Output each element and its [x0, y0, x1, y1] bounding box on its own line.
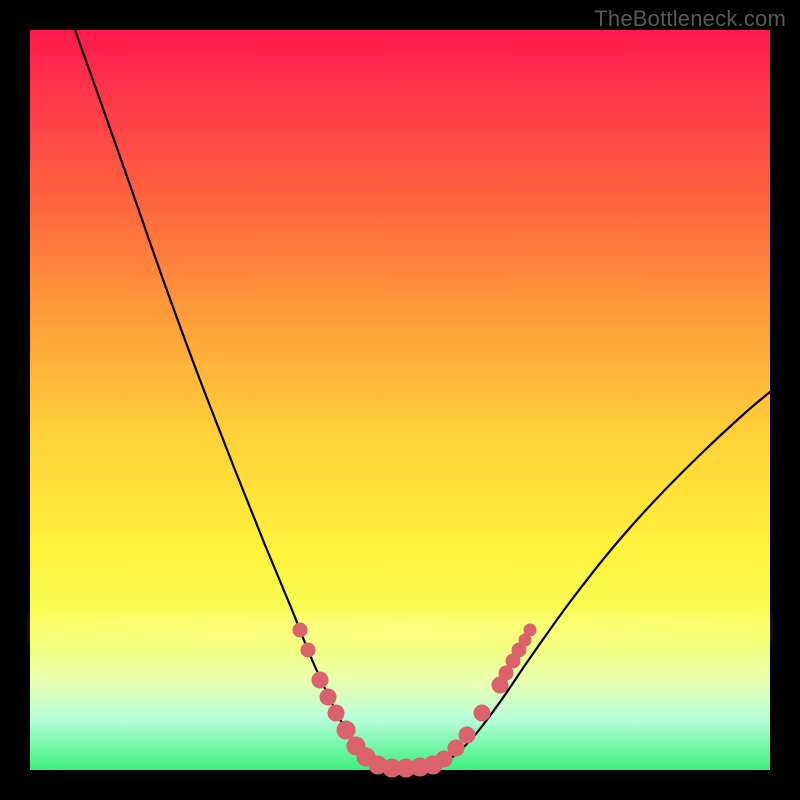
scatter-dot	[337, 721, 355, 739]
scatter-dot	[320, 689, 336, 705]
watermark-text: TheBottleneck.com	[594, 6, 786, 32]
scatter-dot	[459, 727, 475, 743]
scatter-dot	[293, 623, 307, 637]
scatter-dot	[524, 624, 536, 636]
scatter-dot	[328, 705, 344, 721]
scatter-dot	[448, 740, 464, 756]
chart-svg	[30, 30, 770, 770]
scatter-dot	[474, 705, 490, 721]
scatter-dot	[312, 672, 328, 688]
scatter-dots-group	[293, 623, 536, 777]
scatter-dot	[301, 643, 315, 657]
curve-left-arm	[75, 30, 373, 766]
